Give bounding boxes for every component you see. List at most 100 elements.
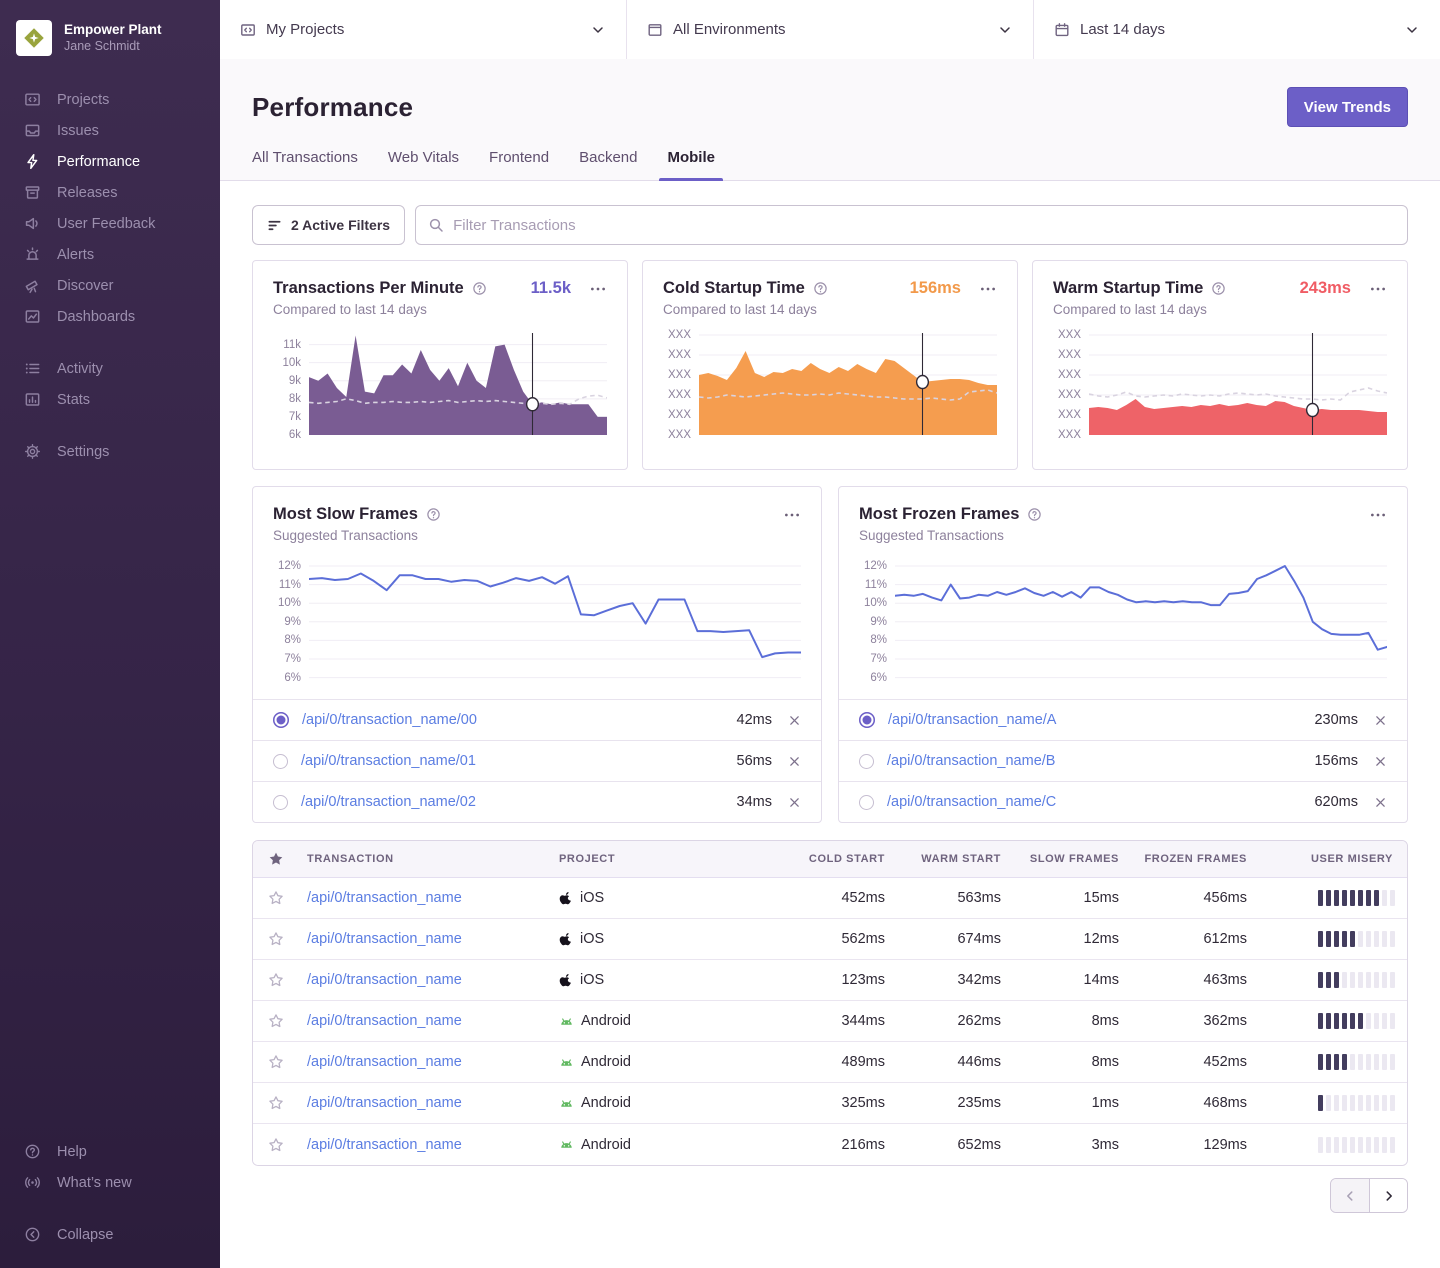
close-icon[interactable]	[1374, 796, 1387, 809]
frozen-frames-value: 612ms	[1127, 931, 1255, 947]
tab-web-vitals[interactable]: Web Vitals	[388, 149, 459, 180]
projects-selector[interactable]: My Projects	[220, 0, 627, 59]
radio-button[interactable]	[859, 754, 874, 769]
active-filters-button[interactable]: 2 Active Filters	[252, 205, 405, 245]
transaction-link[interactable]: /api/0/transaction_name	[307, 972, 462, 988]
platform-label: Android	[581, 1095, 631, 1111]
card-title: Most Frozen Frames	[859, 505, 1019, 524]
frozen-frames-list: /api/0/transaction_name/A 230ms /api/0/t…	[839, 699, 1407, 822]
transaction-link[interactable]: /api/0/transaction_name/00	[302, 712, 477, 728]
sidebar-item-performance[interactable]: Performance	[0, 146, 220, 177]
sidebar-item-releases[interactable]: Releases	[0, 177, 220, 208]
tab-mobile[interactable]: Mobile	[667, 149, 715, 180]
slow-frames-value: 12ms	[1009, 931, 1127, 947]
close-icon[interactable]	[788, 796, 801, 809]
close-icon[interactable]	[1374, 755, 1387, 768]
sidebar-item-projects[interactable]: Projects	[0, 84, 220, 115]
column-header-frozen-frames[interactable]: FROZEN FRAMES	[1127, 853, 1255, 865]
radio-button[interactable]	[273, 754, 288, 769]
transaction-duration: 230ms	[1314, 712, 1358, 728]
sidebar-item-stats[interactable]: Stats	[0, 384, 220, 415]
transaction-link[interactable]: /api/0/transaction_name	[307, 1095, 462, 1111]
transaction-link[interactable]: /api/0/transaction_name/02	[301, 794, 476, 810]
more-options-icon[interactable]	[979, 280, 997, 298]
sidebar-item-whats-new[interactable]: What’s new	[0, 1167, 220, 1198]
column-header-warm-start[interactable]: WARM START	[893, 853, 1009, 865]
slow-frames-value: 14ms	[1009, 972, 1127, 988]
column-header-user-misery[interactable]: USER MISERY	[1255, 853, 1407, 865]
star-column-header-icon[interactable]	[253, 851, 299, 867]
transaction-link[interactable]: /api/0/transaction_name/B	[887, 753, 1055, 769]
transaction-link[interactable]: /api/0/transaction_name	[307, 931, 462, 947]
card-cold-startup-time: Cold Startup Time 156ms Compared to last…	[642, 260, 1018, 470]
sidebar-item-activity[interactable]: Activity	[0, 353, 220, 384]
help-circle-icon[interactable]	[426, 507, 441, 522]
help-circle-icon[interactable]	[1211, 281, 1226, 296]
help-circle-icon[interactable]	[472, 281, 487, 296]
suggested-transaction-row: /api/0/transaction_name/00 42ms	[253, 699, 821, 740]
more-options-icon[interactable]	[589, 280, 607, 298]
sidebar-item-help[interactable]: Help	[0, 1136, 220, 1167]
close-icon[interactable]	[788, 755, 801, 768]
radio-button[interactable]	[859, 795, 874, 810]
transaction-link[interactable]: /api/0/transaction_name	[307, 1137, 462, 1153]
tab-frontend[interactable]: Frontend	[489, 149, 549, 180]
transaction-duration: 42ms	[737, 712, 772, 728]
y-axis-labels: 12%11%10%9%8%7%6%	[859, 553, 895, 685]
transaction-duration: 34ms	[737, 794, 772, 810]
more-options-icon[interactable]	[783, 506, 801, 524]
star-icon[interactable]	[253, 1095, 299, 1111]
transaction-link[interactable]: /api/0/transaction_name/C	[887, 794, 1056, 810]
star-icon[interactable]	[253, 1054, 299, 1070]
previous-page-button[interactable]	[1331, 1179, 1369, 1212]
radio-button[interactable]	[273, 712, 289, 728]
sidebar-item-label: Discover	[57, 278, 113, 294]
sidebar-item-issues[interactable]: Issues	[0, 115, 220, 146]
transaction-link[interactable]: /api/0/transaction_name	[307, 1013, 462, 1029]
sidebar-item-user-feedback[interactable]: User Feedback	[0, 208, 220, 239]
star-icon[interactable]	[253, 931, 299, 947]
column-header-cold-start[interactable]: COLD START	[781, 853, 893, 865]
star-icon[interactable]	[253, 1013, 299, 1029]
column-header-slow-frames[interactable]: SLOW FRAMES	[1009, 853, 1127, 865]
sidebar-item-discover[interactable]: Discover	[0, 270, 220, 301]
android-icon	[559, 1137, 574, 1152]
project-cell: Android	[551, 1095, 781, 1111]
radio-button[interactable]	[859, 712, 875, 728]
sidebar-item-alerts[interactable]: Alerts	[0, 239, 220, 270]
tab-backend[interactable]: Backend	[579, 149, 637, 180]
transaction-link[interactable]: /api/0/transaction_name/01	[301, 753, 476, 769]
cold-startup-chart: XXXXXXXXXXXXXXXXXX	[663, 331, 997, 435]
tab-all-transactions[interactable]: All Transactions	[252, 149, 358, 180]
sidebar-item-label: Dashboards	[57, 309, 135, 325]
sidebar-item-settings[interactable]: Settings	[0, 436, 220, 467]
star-icon[interactable]	[253, 972, 299, 988]
close-icon[interactable]	[1374, 714, 1387, 727]
transaction-link[interactable]: /api/0/transaction_name/A	[888, 712, 1056, 728]
more-options-icon[interactable]	[1369, 280, 1387, 298]
environments-selector[interactable]: All Environments	[627, 0, 1034, 59]
environments-icon	[647, 22, 663, 38]
search-input[interactable]	[453, 217, 1395, 234]
sidebar-item-dashboards[interactable]: Dashboards	[0, 301, 220, 332]
more-options-icon[interactable]	[1369, 506, 1387, 524]
card-most-frozen-frames: Most Frozen Frames Suggested Transaction…	[838, 486, 1408, 823]
transaction-link[interactable]: /api/0/transaction_name	[307, 890, 462, 906]
column-header-project[interactable]: PROJECT	[551, 853, 781, 865]
table-row: /api/0/transaction_name iOS 562ms 674ms …	[253, 919, 1407, 960]
star-icon[interactable]	[253, 890, 299, 906]
daterange-selector[interactable]: Last 14 days	[1034, 0, 1440, 59]
transaction-duration: 620ms	[1314, 794, 1358, 810]
sidebar-collapse-button[interactable]: Collapse	[0, 1219, 220, 1250]
next-page-button[interactable]	[1369, 1179, 1407, 1212]
star-icon[interactable]	[253, 1137, 299, 1153]
sidebar-nav: Projects Issues Performance Releases Use…	[0, 76, 220, 467]
view-trends-button[interactable]: View Trends	[1287, 87, 1408, 127]
close-icon[interactable]	[788, 714, 801, 727]
help-circle-icon[interactable]	[1027, 507, 1042, 522]
column-header-transaction[interactable]: TRANSACTION	[299, 853, 551, 865]
radio-button[interactable]	[273, 795, 288, 810]
org-switcher[interactable]: Empower Plant Jane Schmidt	[0, 16, 220, 76]
transaction-link[interactable]: /api/0/transaction_name	[307, 1054, 462, 1070]
help-circle-icon[interactable]	[813, 281, 828, 296]
